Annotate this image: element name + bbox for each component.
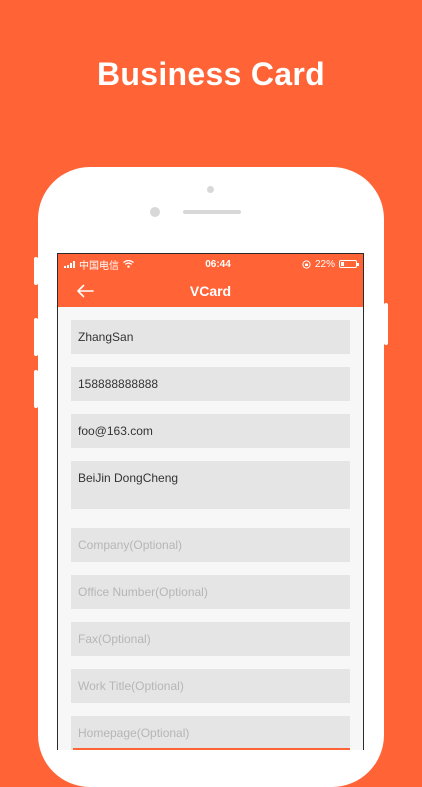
- arrow-left-icon: [77, 284, 94, 297]
- phone-power-button: [384, 303, 388, 345]
- app-screen: 中国电信 06:44 22% VCard BeiJ: [57, 253, 364, 750]
- phone-volume-up: [34, 318, 38, 356]
- homepage-field[interactable]: [71, 716, 350, 750]
- phone-sensor: [207, 186, 214, 193]
- status-bar: 中国电信 06:44 22%: [58, 254, 363, 274]
- battery-percent: 22%: [314, 258, 335, 270]
- name-field[interactable]: [71, 320, 350, 354]
- orientation-lock-icon: [302, 259, 311, 269]
- fax-field[interactable]: [71, 622, 350, 656]
- work-title-field[interactable]: [71, 669, 350, 703]
- vcard-form: BeiJin DongCheng: [58, 307, 363, 750]
- status-left: 中国电信: [64, 257, 134, 272]
- nav-bar: VCard: [58, 274, 363, 307]
- phone-speaker: [183, 210, 241, 214]
- page-headline: Business Card: [97, 56, 325, 92]
- back-button[interactable]: [68, 274, 102, 307]
- email-field[interactable]: [71, 414, 350, 448]
- company-field[interactable]: [71, 528, 350, 562]
- nav-title: VCard: [189, 282, 232, 299]
- office-number-field[interactable]: [71, 575, 350, 609]
- battery-icon: [339, 260, 359, 268]
- phone-mute-switch: [34, 257, 38, 285]
- address-field[interactable]: BeiJin DongCheng: [71, 461, 350, 509]
- carrier-label: 中国电信: [79, 260, 119, 272]
- wifi-icon: [123, 260, 134, 268]
- status-right: 22%: [302, 258, 359, 270]
- status-time: 06:44: [205, 258, 231, 270]
- signal-icon: [64, 260, 75, 268]
- phone-camera: [150, 207, 160, 217]
- phone-volume-down: [34, 370, 38, 408]
- phone-field[interactable]: [71, 367, 350, 401]
